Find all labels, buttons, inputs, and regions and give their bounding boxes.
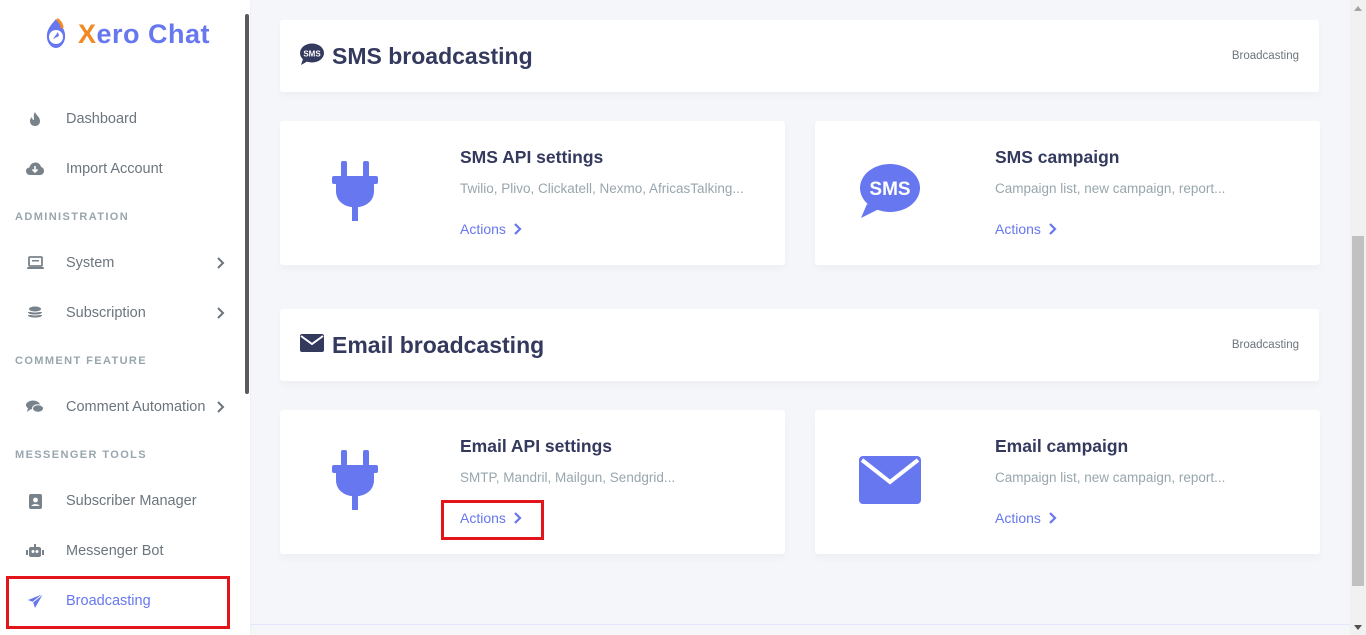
fire-icon — [26, 110, 44, 128]
breadcrumb[interactable]: Broadcasting — [1232, 339, 1299, 351]
scroll-up-arrow-icon[interactable] — [1350, 0, 1366, 16]
sms-section-header: SMS SMS broadcasting Broadcasting — [280, 20, 1319, 92]
sidebar-scrollbar[interactable] — [245, 14, 249, 394]
sidebar-item-label: Import Account — [66, 161, 163, 177]
card-description: Twilio, Plivo, Clickatell, Nexmo, Africa… — [460, 181, 744, 196]
svg-text:SMS: SMS — [869, 179, 910, 200]
logo-icon — [42, 17, 70, 51]
card-description: Campaign list, new campaign, report... — [995, 470, 1226, 485]
sidebar: Xero Chat Dashboard Import Account ADMIN… — [0, 0, 250, 635]
robot-icon — [26, 542, 44, 560]
card-description: Campaign list, new campaign, report... — [995, 181, 1226, 196]
sidebar-menu: Dashboard Import Account ADMINISTRATION … — [0, 94, 245, 626]
sidebar-item-label: Dashboard — [66, 111, 137, 127]
cloud-download-icon — [26, 160, 44, 178]
sidebar-item-subscription[interactable]: Subscription — [0, 288, 245, 338]
email-campaign-card: Email campaign Campaign list, new campai… — [815, 410, 1320, 554]
sidebar-item-dashboard[interactable]: Dashboard — [0, 94, 245, 144]
comments-icon — [26, 398, 44, 416]
footer-divider — [250, 624, 1350, 625]
scroll-down-arrow-icon[interactable] — [1350, 619, 1366, 635]
page-scrollbar[interactable] — [1350, 0, 1366, 635]
actions-label: Actions — [460, 221, 506, 237]
svg-text:SMS: SMS — [303, 49, 321, 58]
chevron-right-icon — [514, 223, 522, 235]
actions-link[interactable]: Actions — [460, 221, 522, 237]
plug-icon — [320, 156, 390, 226]
address-card-icon — [26, 492, 44, 510]
sidebar-item-subscriber-manager[interactable]: Subscriber Manager — [0, 476, 245, 526]
menu-header-comment-feature: COMMENT FEATURE — [15, 355, 148, 367]
sidebar-item-import-account[interactable]: Import Account — [0, 144, 245, 194]
logo[interactable]: Xero Chat — [42, 14, 210, 54]
actions-link[interactable]: Actions — [995, 221, 1057, 237]
chevron-right-icon — [217, 307, 225, 319]
coins-icon — [26, 304, 44, 322]
sidebar-item-label: System — [66, 255, 115, 271]
sidebar-item-label: Subscription — [66, 305, 146, 321]
chevron-right-icon — [217, 401, 225, 413]
sidebar-item-messenger-bot[interactable]: Messenger Bot — [0, 526, 245, 576]
card-description: SMTP, Mandril, Mailgun, Sendgrid... — [460, 470, 676, 485]
highlight-box-email-api-actions — [441, 500, 544, 540]
chevron-right-icon — [1049, 223, 1057, 235]
sms-bubble-icon: SMS — [855, 156, 925, 226]
sms-campaign-card: SMS SMS campaign Campaign list, new camp… — [815, 121, 1320, 265]
highlight-box-broadcasting — [6, 576, 230, 629]
card-title: SMS campaign — [995, 147, 1120, 167]
chevron-right-icon — [1049, 512, 1057, 524]
scrollbar-thumb[interactable] — [1352, 236, 1364, 586]
main-content: SMS SMS broadcasting Broadcasting SMS AP… — [250, 0, 1350, 635]
envelope-icon — [300, 333, 324, 357]
laptop-icon — [26, 254, 44, 272]
card-title: Email API settings — [460, 436, 613, 456]
card-title: Email campaign — [995, 436, 1129, 456]
page-title: Email broadcasting — [332, 331, 545, 358]
card-title: SMS API settings — [460, 147, 604, 167]
sidebar-item-label: Messenger Bot — [66, 543, 164, 559]
sms-api-settings-card: SMS API settings Twilio, Plivo, Clickate… — [280, 121, 785, 265]
actions-label: Actions — [995, 510, 1041, 526]
chevron-right-icon — [217, 257, 225, 269]
envelope-icon — [855, 445, 925, 515]
sms-icon: SMS — [300, 43, 324, 70]
menu-header-messenger-tools: MESSENGER TOOLS — [15, 449, 148, 461]
breadcrumb[interactable]: Broadcasting — [1232, 50, 1299, 62]
menu-header-administration: ADMINISTRATION — [15, 211, 130, 223]
plug-icon — [320, 445, 390, 515]
actions-link[interactable]: Actions — [995, 510, 1057, 526]
sidebar-item-label: Comment Automation — [66, 399, 206, 415]
actions-label: Actions — [995, 221, 1041, 237]
sidebar-item-label: Subscriber Manager — [66, 493, 197, 509]
logo-text: Xero Chat — [78, 18, 211, 49]
email-section-header: Email broadcasting Broadcasting — [280, 309, 1319, 381]
sidebar-item-comment-automation[interactable]: Comment Automation — [0, 382, 245, 432]
sidebar-item-system[interactable]: System — [0, 238, 245, 288]
page-title: SMS broadcasting — [332, 42, 533, 69]
